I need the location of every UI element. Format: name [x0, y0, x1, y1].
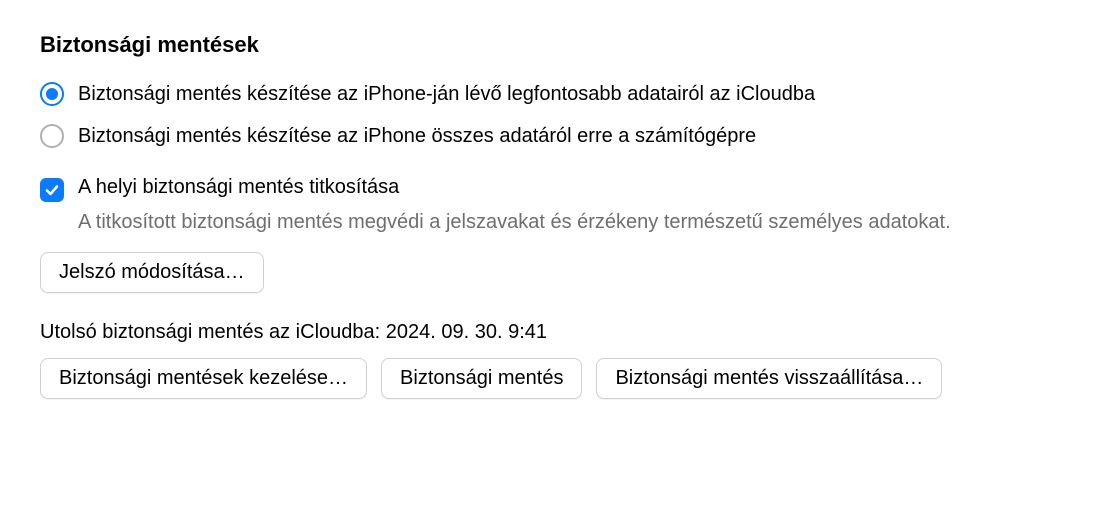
encrypt-description: A titkosított biztonsági mentés megvédi … [78, 208, 1080, 236]
encrypt-checkbox-label: A helyi biztonsági mentés titkosítása [78, 176, 399, 199]
backup-action-buttons: Biztonsági mentések kezelése… Biztonsági… [40, 358, 1080, 399]
radio-icon-selected [40, 82, 64, 106]
checkbox-checked-icon [40, 178, 64, 202]
manage-backups-button[interactable]: Biztonsági mentések kezelése… [40, 358, 367, 399]
radio-row-local[interactable]: Biztonsági mentés készítése az iPhone ös… [40, 124, 1080, 148]
radio-row-icloud[interactable]: Biztonsági mentés készítése az iPhone-já… [40, 82, 1080, 106]
radio-label-local: Biztonsági mentés készítése az iPhone ös… [78, 125, 756, 148]
backup-destination-radio-group: Biztonsági mentés készítése az iPhone-já… [40, 82, 1080, 148]
restore-backup-button[interactable]: Biztonsági mentés visszaállítása… [596, 358, 942, 399]
radio-icon-unselected [40, 124, 64, 148]
backup-now-button[interactable]: Biztonsági mentés [381, 358, 582, 399]
change-password-button[interactable]: Jelszó módosítása… [40, 252, 264, 293]
radio-label-icloud: Biztonsági mentés készítése az iPhone-já… [78, 83, 815, 106]
encrypt-checkbox-row[interactable]: A helyi biztonsági mentés titkosítása [40, 176, 1080, 202]
section-title: Biztonsági mentések [40, 32, 1080, 58]
last-backup-text: Utolsó biztonsági mentés az iCloudba: 20… [40, 321, 1080, 344]
